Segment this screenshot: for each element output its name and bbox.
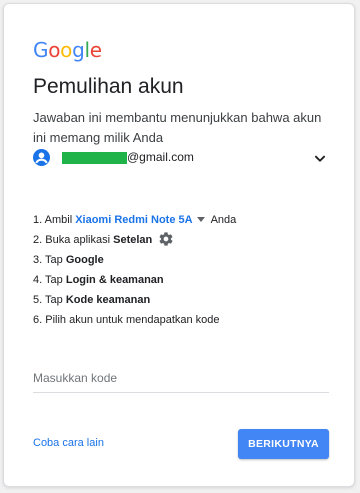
redacted-email-username [62, 152, 127, 164]
instruction-step: 4. Tap Login & keamanan [33, 274, 164, 286]
instruction-step: 1. Ambil Xiaomi Redmi Note 5A Anda [33, 214, 237, 226]
logo-letter: o [48, 38, 61, 62]
instruction-list: 1. Ambil Xiaomi Redmi Note 5A Anda 2. Buk… [33, 210, 333, 330]
page-title: Pemulihan akun [33, 75, 184, 98]
device-selector-link[interactable]: Xiaomi Redmi Note 5A [75, 214, 192, 226]
next-button[interactable]: BERIKUTNYA [238, 429, 329, 459]
instruction-step: 3. Tap Google [33, 254, 104, 266]
gear-icon [159, 231, 173, 246]
google-logo: Google [33, 38, 102, 62]
chevron-down-icon[interactable] [313, 152, 327, 166]
try-another-way-link[interactable]: Coba cara lain [33, 437, 104, 449]
email-suffix: @gmail.com [127, 150, 194, 164]
logo-letter: o [60, 38, 73, 62]
page-subtitle: Jawaban ini membantu menunjukkan bahwa a… [33, 110, 322, 145]
dropdown-caret-icon[interactable] [196, 217, 205, 223]
logo-letter: G [33, 38, 49, 62]
logo-letter: g [72, 38, 85, 62]
instruction-step: 5. Tap Kode keamanan [33, 294, 151, 306]
instruction-step: 2. Buka aplikasi Setelan [33, 230, 333, 250]
instruction-step: 6. Pilih akun untuk mendapatkan kode [33, 314, 220, 326]
account-circle-icon [33, 149, 50, 166]
code-input[interactable] [33, 367, 329, 393]
recovery-card: Google Pemulihan akun Jawaban ini memban… [3, 3, 355, 487]
logo-letter: e [89, 38, 102, 62]
account-selector[interactable]: @gmail.com [33, 148, 329, 168]
